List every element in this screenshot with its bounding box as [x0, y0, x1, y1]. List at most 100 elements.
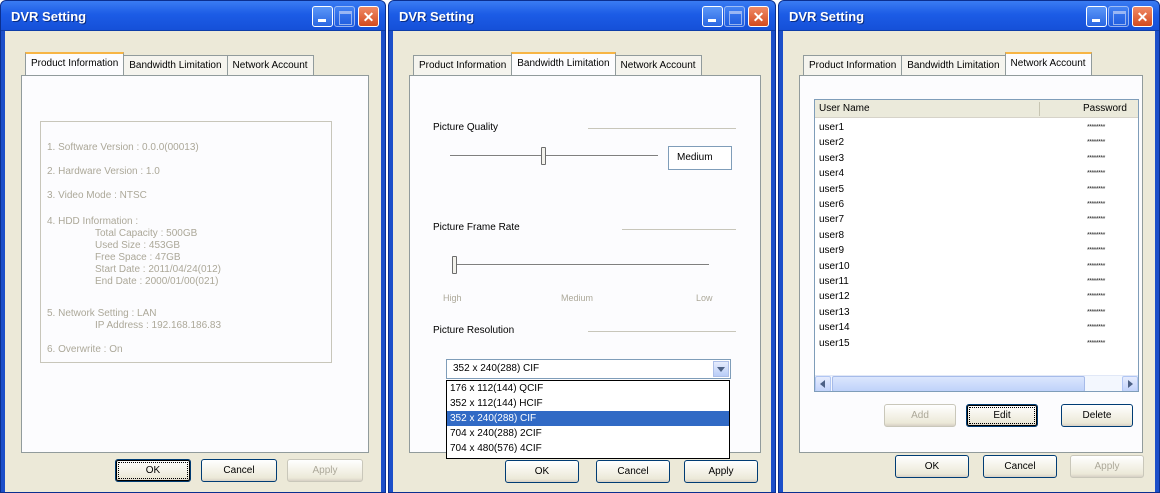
table-row[interactable]: user12 ******** — [815, 291, 1138, 302]
table-row[interactable]: user7 ******** — [815, 214, 1138, 225]
table-row[interactable]: user14 ******** — [815, 322, 1138, 333]
user-name-cell: user14 — [819, 322, 850, 334]
tab-network-account[interactable]: Network Account — [226, 55, 314, 75]
resolution-option[interactable]: 176 x 112(144) QCIF — [447, 381, 729, 396]
resolution-dropdown-list[interactable]: 176 x 112(144) QCIF 352 x 112(144) HCIF … — [446, 380, 730, 459]
ok-button[interactable]: OK — [115, 459, 191, 482]
table-row[interactable]: user15 ******** — [815, 338, 1138, 349]
delete-user-button[interactable]: Delete — [1061, 404, 1133, 427]
minimize-button[interactable] — [702, 6, 723, 27]
resolution-option[interactable]: 704 x 480(576) 4CIF — [447, 441, 729, 456]
hdd-information-text: 4. HDD Information : — [47, 216, 139, 227]
cancel-button[interactable]: Cancel — [983, 455, 1057, 478]
resolution-option[interactable]: 352 x 112(144) HCIF — [447, 396, 729, 411]
password-cell: ******** — [1087, 262, 1105, 270]
cancel-button[interactable]: Cancel — [596, 460, 670, 483]
password-cell: ******** — [1087, 247, 1105, 255]
table-row[interactable]: user10 ******** — [815, 261, 1138, 272]
ip-address-text: IP Address : 192.168.186.83 — [95, 320, 222, 331]
frame-rate-slider-track[interactable] — [455, 264, 709, 266]
close-icon: ✕ — [1136, 9, 1149, 25]
user-name-cell: user15 — [819, 337, 850, 349]
table-row[interactable]: user13 ******** — [815, 307, 1138, 318]
table-row[interactable]: user11 ******** — [815, 276, 1138, 287]
table-row[interactable]: user9 ******** — [815, 245, 1138, 256]
user-name-cell: user12 — [819, 291, 850, 303]
cancel-button[interactable]: Cancel — [201, 459, 277, 482]
apply-button[interactable]: Apply — [287, 459, 363, 482]
resolution-selected-value: 352 x 240(288) CIF — [453, 363, 540, 374]
ok-button[interactable]: OK — [505, 460, 579, 483]
title-bar[interactable]: DVR Setting ✕ — [389, 1, 775, 31]
title-bar[interactable]: DVR Setting ✕ — [1, 1, 385, 31]
horizontal-scrollbar[interactable] — [815, 375, 1138, 391]
close-button[interactable]: ✕ — [748, 6, 769, 27]
user-name-cell: user2 — [819, 137, 845, 149]
tab-bandwidth-limitation[interactable]: Bandwidth Limitation — [901, 55, 1006, 75]
chevron-down-icon[interactable] — [713, 361, 729, 377]
window-title: DVR Setting — [11, 9, 87, 24]
column-separator[interactable] — [1039, 102, 1040, 116]
hdd-start-date: Start Date : 2011/04/24(012) — [95, 264, 222, 275]
dvr-setting-window-product-info: DVR Setting ✕ Product Information Bandwid… — [0, 0, 386, 493]
window-title: DVR Setting — [789, 9, 865, 24]
column-header-password[interactable]: Password — [1079, 100, 1127, 118]
video-mode-text: 3. Video Mode : NTSC — [47, 190, 147, 201]
column-header-user-name[interactable]: User Name — [815, 100, 870, 118]
tab-bandwidth-limitation[interactable]: Bandwidth Limitation — [123, 55, 228, 75]
picture-quality-divider — [588, 128, 736, 129]
password-cell: ******** — [1087, 185, 1105, 193]
user-name-cell: user1 — [819, 122, 845, 133]
resolution-combobox[interactable]: 352 x 240(288) CIF — [446, 359, 731, 379]
table-row[interactable]: user2 ******** — [815, 137, 1138, 148]
table-row[interactable]: user8 ******** — [815, 230, 1138, 241]
password-cell: ******** — [1087, 201, 1105, 208]
tab-pane-product-information: 1. Software Version : 0.0.0(00013) 2. Ha… — [21, 75, 369, 453]
add-user-button[interactable]: Add — [884, 404, 956, 427]
user-name-cell: user9 — [819, 245, 845, 257]
tab-bandwidth-limitation[interactable]: Bandwidth Limitation — [511, 52, 616, 75]
product-info-box: 1. Software Version : 0.0.0(00013) 2. Ha… — [40, 121, 332, 363]
resolution-option-highlighted[interactable]: 352 x 240(288) CIF — [447, 411, 729, 426]
hdd-total-capacity: Total Capacity : 500GB — [95, 228, 198, 239]
password-cell: ******** — [1087, 216, 1105, 224]
picture-quality-slider-thumb[interactable] — [540, 147, 546, 165]
maximize-button — [1108, 6, 1129, 27]
user-name-cell: user4 — [819, 168, 845, 180]
apply-button[interactable]: Apply — [1070, 455, 1144, 478]
table-row[interactable]: user5 ******** — [815, 184, 1138, 195]
scrollbar-thumb[interactable] — [832, 376, 1085, 391]
rate-tick-high: High — [443, 293, 462, 303]
table-row[interactable]: user1 ******** — [815, 122, 1138, 133]
resolution-option[interactable]: 704 x 240(288) 2CIF — [447, 426, 729, 441]
user-account-list[interactable]: User Name Password user1 ******** user2 ***… — [814, 99, 1139, 392]
table-row[interactable]: user6 ******** — [815, 199, 1138, 210]
hdd-used-size: Used Size : 453GB — [95, 240, 181, 251]
close-icon: ✕ — [752, 9, 765, 25]
apply-button[interactable]: Apply — [684, 460, 758, 483]
tab-network-account[interactable]: Network Account — [614, 55, 702, 75]
minimize-button[interactable] — [312, 6, 333, 27]
edit-user-button[interactable]: Edit — [966, 404, 1038, 427]
tab-strip: Product Information Bandwidth Limitation N… — [803, 52, 1092, 75]
scroll-left-icon[interactable] — [815, 376, 831, 391]
table-row[interactable]: user3 ******** — [815, 153, 1138, 164]
close-button[interactable]: ✕ — [358, 6, 379, 27]
title-bar[interactable]: DVR Setting ✕ — [779, 1, 1159, 31]
user-name-cell: user10 — [819, 260, 850, 272]
ok-button[interactable]: OK — [895, 455, 969, 478]
frame-rate-slider-thumb[interactable] — [452, 256, 457, 274]
tab-network-account[interactable]: Network Account — [1004, 52, 1092, 75]
password-cell: ******** — [1087, 339, 1105, 347]
user-name-cell: user5 — [819, 183, 845, 195]
hardware-version-text: 2. Hardware Version : 1.0 — [47, 166, 160, 177]
overwrite-text: 6. Overwrite : On — [47, 344, 123, 355]
close-button[interactable]: ✕ — [1132, 6, 1153, 27]
tab-product-information[interactable]: Product Information — [413, 55, 513, 75]
tab-product-information[interactable]: Product Information — [803, 55, 903, 75]
minimize-button[interactable] — [1086, 6, 1107, 27]
tab-product-information[interactable]: Product Information — [25, 52, 125, 75]
table-row[interactable]: user4 ******** — [815, 168, 1138, 179]
scroll-right-icon[interactable] — [1122, 376, 1138, 391]
picture-quality-slider-track[interactable] — [450, 155, 658, 157]
